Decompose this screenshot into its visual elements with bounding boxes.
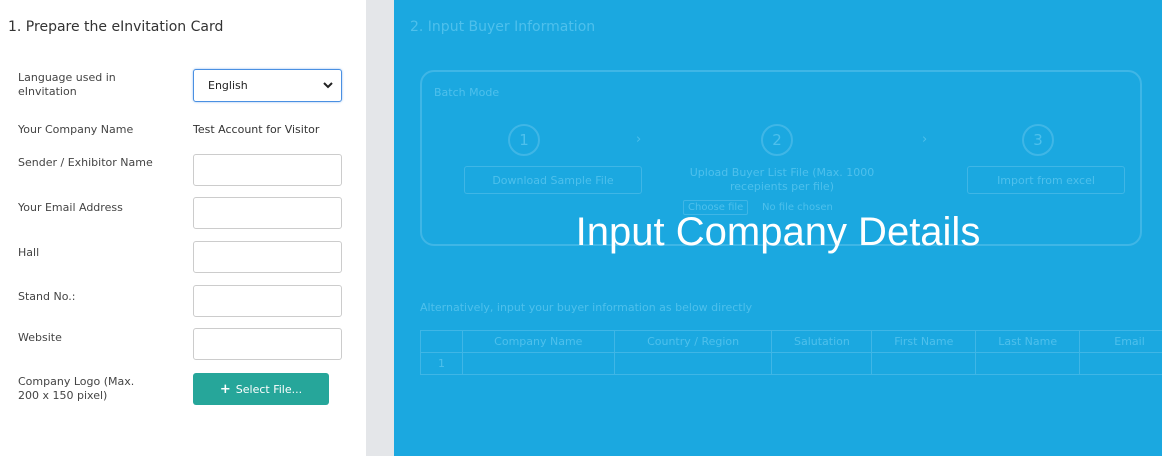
prepare-card-panel: 1. Prepare the eInvitation Card Language… [0,0,366,456]
chevron-down-icon [323,82,333,89]
buyer-table: Company Name Country / Region Salutation… [420,330,1162,375]
batch-mode-title: Batch Mode [434,86,500,99]
plus-icon: + [219,381,231,397]
alternative-input-text: Alternatively, input your buyer informat… [420,301,753,314]
row-index-header [420,330,463,353]
row-index-cell: 1 [420,352,463,375]
chevron-right-icon: › [636,132,642,147]
step-3-circle: 3 [1022,124,1054,156]
prepare-card-title: 1. Prepare the eInvitation Card [8,19,224,35]
hall-label: Hall [18,246,40,259]
sender-input[interactable] [193,154,342,186]
table-cell[interactable] [975,352,1081,375]
stand-input[interactable] [193,285,342,317]
overlay-heading: Input Company Details [575,210,981,254]
panel-gutter [366,0,394,456]
table-cell[interactable] [613,352,773,375]
chevron-right-icon: › [922,132,928,147]
table-row[interactable]: 1 [420,352,1162,375]
download-sample-button[interactable]: Download Sample File [464,166,642,194]
table-header-row: Company Name Country / Region Salutation… [420,330,1162,353]
table-cell[interactable] [461,352,615,375]
import-excel-button[interactable]: Import from excel [967,166,1125,194]
step-1-circle: 1 [508,124,540,156]
sender-label: Sender / Exhibitor Name [18,156,153,169]
language-select-value: English [208,79,248,92]
table-header-last-name: Last Name [975,330,1081,353]
table-cell[interactable] [1079,352,1162,375]
table-header-country: Country / Region [613,330,773,353]
table-header-email: Email [1079,330,1162,353]
hall-input[interactable] [193,241,342,273]
select-file-label: Select File... [235,382,303,396]
buyer-info-panel: 2. Input Buyer Information Batch Mode 1 … [394,0,1162,456]
logo-label: Company Logo (Max. 200 x 150 pixel) [18,375,135,402]
select-file-button[interactable]: + Select File... [193,373,329,405]
table-header-company: Company Name [461,330,615,353]
upload-instructions: Upload Buyer List File (Max. 1000 recepi… [689,166,875,193]
language-select[interactable]: English [193,69,342,102]
table-cell[interactable] [871,352,977,375]
table-header-salutation: Salutation [771,330,873,353]
company-name-value: Test Account for Visitor [193,123,320,136]
table-cell[interactable] [771,352,873,375]
website-label: Website [18,331,62,344]
email-label: Your Email Address [18,201,123,214]
stand-label: Stand No.: [18,290,76,303]
website-input[interactable] [193,328,342,360]
language-label: Language used in eInvitation [18,71,116,98]
step-2-circle: 2 [761,124,793,156]
buyer-info-title: 2. Input Buyer Information [410,19,596,35]
company-name-label: Your Company Name [18,123,134,136]
email-input[interactable] [193,197,342,229]
table-header-first-name: First Name [871,330,977,353]
